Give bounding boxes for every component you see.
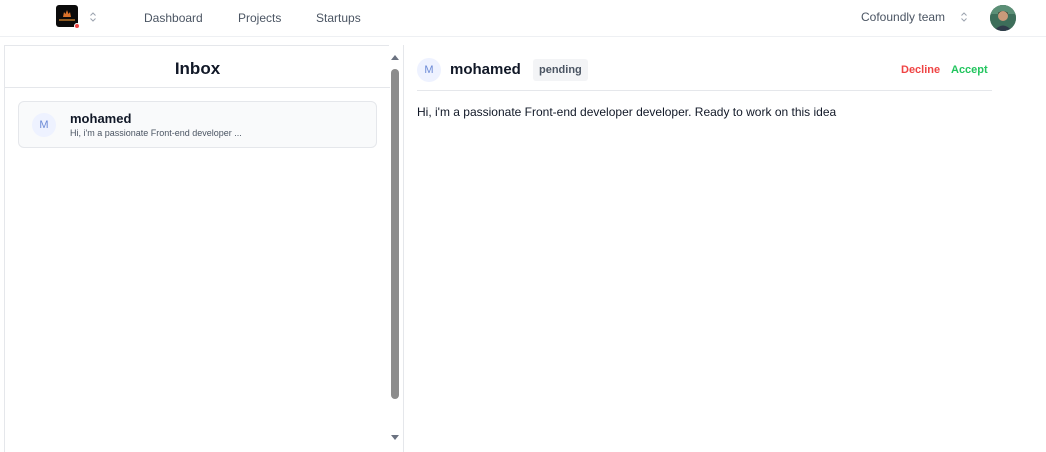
team-selector[interactable]: Cofoundly team [861, 10, 945, 24]
message-sender-name: mohamed [70, 111, 132, 126]
user-avatar[interactable] [990, 5, 1016, 31]
nav-projects-link[interactable]: Projects [238, 11, 281, 25]
scroll-thumb[interactable] [391, 69, 399, 399]
scroll-down-arrow-icon[interactable] [391, 435, 399, 440]
avatar: M [32, 113, 56, 137]
accept-button[interactable]: Accept [951, 64, 988, 76]
workspace-switcher-chevron-icon[interactable] [89, 11, 97, 23]
message-body: Hi, i'm a passionate Front-end developer… [417, 105, 837, 119]
top-navbar: Dashboard Projects Startups Cofoundly te… [0, 0, 1046, 37]
notification-dot [74, 23, 80, 29]
team-chevron-icon[interactable] [960, 11, 968, 23]
inbox-title: Inbox [174, 59, 221, 78]
panel-divider [403, 45, 404, 452]
divider [5, 87, 390, 88]
logo-flame-icon [63, 10, 71, 17]
conversation-sender-name: mohamed [450, 61, 521, 78]
avatar: M [417, 58, 441, 82]
status-badge: pending [533, 59, 588, 81]
inbox-list-item[interactable]: M mohamed Hi, i'm a passionate Front-end… [18, 101, 377, 148]
decline-button[interactable]: Decline [901, 64, 940, 76]
app-logo[interactable] [56, 5, 80, 29]
nav-startups-link[interactable]: Startups [316, 11, 361, 25]
inbox-panel: Inbox M mohamed Hi, i'm a passionate Fro… [4, 45, 390, 452]
scroll-up-arrow-icon[interactable] [391, 55, 399, 60]
conversation-header: M mohamed pending Decline Accept [417, 58, 992, 91]
message-preview: Hi, i'm a passionate Front-end developer… [70, 128, 242, 138]
logo-wordmark [59, 19, 75, 21]
inbox-scrollbar[interactable] [389, 53, 402, 442]
nav-dashboard-link[interactable]: Dashboard [144, 11, 203, 25]
